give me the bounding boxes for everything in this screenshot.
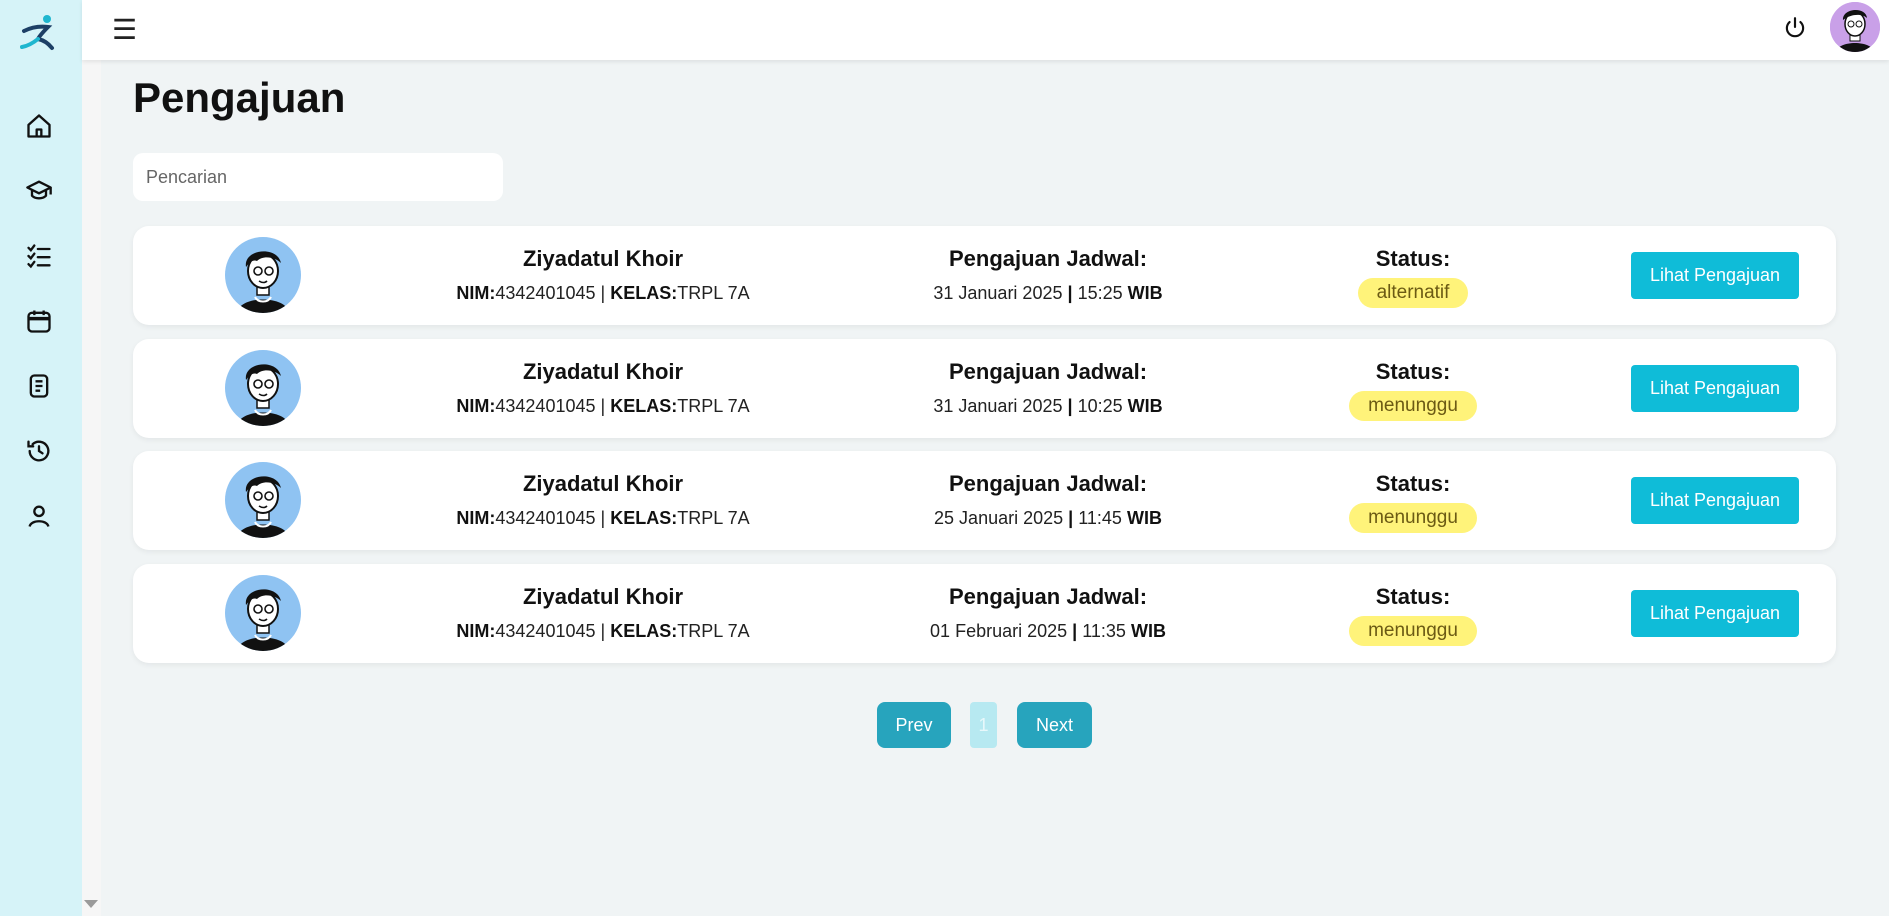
hamburger-menu-icon[interactable]: ☰ — [112, 16, 137, 44]
document-icon — [29, 374, 49, 398]
sidebar-item-home[interactable] — [23, 110, 55, 142]
student-info: Ziyadatul Khoir NIM:4342401045 | KELAS:T… — [443, 584, 763, 642]
view-submission-button[interactable]: Lihat Pengajuan — [1631, 365, 1799, 412]
runner-logo[interactable] — [18, 13, 62, 53]
graduation-cap-icon — [26, 180, 52, 200]
search-input[interactable] — [133, 153, 503, 201]
student-ids: NIM:4342401045 | KELAS:TRPL 7A — [456, 396, 750, 416]
sidebar — [0, 0, 82, 916]
page-title: Pengajuan — [133, 74, 346, 121]
student-info: Ziyadatul Khoir NIM:4342401045 | KELAS:T… — [443, 471, 763, 529]
schedule-info: Pengajuan Jadwal: 25 Januari 2025 | 11:4… — [873, 471, 1223, 529]
schedule-label: Pengajuan Jadwal: — [948, 584, 1148, 609]
status-badge: alternatif — [1357, 278, 1469, 308]
student-avatar-icon — [225, 350, 301, 426]
student-info: Ziyadatul Khoir NIM:4342401045 | KELAS:T… — [443, 246, 763, 304]
view-submission-button[interactable]: Lihat Pengajuan — [1631, 252, 1799, 299]
page-number-button[interactable]: 1 — [970, 702, 997, 748]
status-label: Status: — [1375, 359, 1451, 384]
student-name: Ziyadatul Khoir — [522, 584, 684, 609]
student-ids: NIM:4342401045 | KELAS:TRPL 7A — [456, 283, 750, 303]
next-page-button[interactable]: Next — [1017, 702, 1092, 748]
user-icon — [28, 505, 50, 527]
scroll-down-arrow-icon[interactable] — [84, 900, 98, 908]
status-info: Status: menunggu — [1313, 471, 1513, 533]
status-badge: menunggu — [1349, 616, 1477, 646]
student-avatar-icon — [225, 237, 301, 313]
sidebar-item-schedule[interactable] — [23, 305, 55, 337]
student-ids: NIM:4342401045 | KELAS:TRPL 7A — [456, 621, 750, 641]
checklist-icon — [27, 244, 51, 269]
schedule-label: Pengajuan Jadwal: — [948, 471, 1148, 496]
status-info: Status: menunggu — [1313, 584, 1513, 646]
student-info: Ziyadatul Khoir NIM:4342401045 | KELAS:T… — [443, 359, 763, 417]
schedule-label: Pengajuan Jadwal: — [948, 359, 1148, 384]
sidebar-item-courses[interactable] — [23, 175, 55, 207]
status-label: Status: — [1375, 471, 1451, 496]
schedule-datetime: 31 Januari 2025 | 10:25 WIB — [933, 396, 1163, 416]
student-avatar-icon — [225, 462, 301, 538]
schedule-label: Pengajuan Jadwal: — [948, 246, 1148, 271]
schedule-info: Pengajuan Jadwal: 31 Januari 2025 | 15:2… — [873, 246, 1223, 304]
student-name: Ziyadatul Khoir — [522, 359, 684, 384]
submission-card: Ziyadatul Khoir NIM:4342401045 | KELAS:T… — [133, 564, 1836, 663]
student-name: Ziyadatul Khoir — [522, 246, 684, 271]
sidebar-item-tasks[interactable] — [23, 240, 55, 272]
student-ids: NIM:4342401045 | KELAS:TRPL 7A — [456, 508, 750, 528]
top-bar — [82, 0, 1889, 60]
power-icon[interactable] — [1782, 15, 1808, 41]
user-avatar-icon[interactable] — [1830, 2, 1880, 52]
student-avatar-icon — [225, 575, 301, 651]
submission-card: Ziyadatul Khoir NIM:4342401045 | KELAS:T… — [133, 226, 1836, 325]
scrollbar[interactable] — [82, 60, 101, 916]
schedule-datetime: 01 Februari 2025 | 11:35 WIB — [930, 621, 1166, 641]
schedule-datetime: 31 Januari 2025 | 15:25 WIB — [933, 283, 1163, 303]
prev-page-button[interactable]: Prev — [877, 702, 951, 748]
student-name: Ziyadatul Khoir — [522, 471, 684, 496]
sidebar-item-history[interactable] — [23, 435, 55, 467]
status-label: Status: — [1375, 246, 1451, 271]
calendar-icon — [27, 310, 51, 333]
sidebar-item-documents[interactable] — [23, 370, 55, 402]
status-info: Status: alternatif — [1313, 246, 1513, 308]
submission-card: Ziyadatul Khoir NIM:4342401045 | KELAS:T… — [133, 339, 1836, 438]
status-badge: menunggu — [1349, 391, 1477, 421]
sidebar-item-profile[interactable] — [23, 500, 55, 532]
status-info: Status: menunggu — [1313, 359, 1513, 421]
schedule-datetime: 25 Januari 2025 | 11:45 WIB — [934, 508, 1162, 528]
schedule-info: Pengajuan Jadwal: 01 Februari 2025 | 11:… — [873, 584, 1223, 642]
status-label: Status: — [1375, 584, 1451, 609]
view-submission-button[interactable]: Lihat Pengajuan — [1631, 477, 1799, 524]
submission-card: Ziyadatul Khoir NIM:4342401045 | KELAS:T… — [133, 451, 1836, 550]
history-icon — [27, 440, 50, 462]
schedule-info: Pengajuan Jadwal: 31 Januari 2025 | 10:2… — [873, 359, 1223, 417]
view-submission-button[interactable]: Lihat Pengajuan — [1631, 590, 1799, 637]
home-icon — [27, 114, 51, 138]
status-badge: menunggu — [1349, 503, 1477, 533]
